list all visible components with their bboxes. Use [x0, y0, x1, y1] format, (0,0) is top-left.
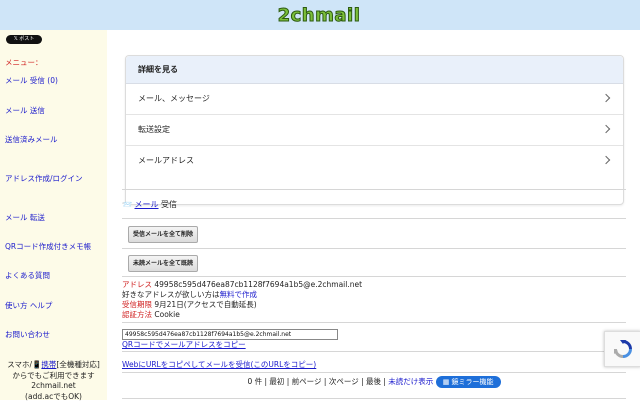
mirror-button[interactable]: ▦ 鏡ミラー機能 [436, 376, 501, 388]
details-row-label: 転送設定 [138, 125, 170, 134]
sidebar-footer: スマホ/📱携帯[全機種対応] からでもご利用できます 2chmail.net (… [0, 360, 107, 402]
chevron-right-icon [602, 125, 610, 133]
auth-label: 認証方法 [122, 310, 152, 319]
expiry-value: 9月21日(アクセスで自動延長) [154, 300, 256, 309]
qr-copy-link[interactable]: QRコードでメールアドレスをコピー [122, 339, 246, 350]
recaptcha-icon [612, 338, 634, 360]
divider [122, 398, 626, 399]
expiry-label: 受信期限 [122, 300, 152, 309]
page-next[interactable]: 次ページ [329, 377, 359, 386]
footer-alt-domain: (add.acでもOK) [0, 392, 107, 402]
sidebar-item-create-address[interactable]: アドレス作成/ログイン [5, 173, 83, 184]
divider [122, 372, 626, 373]
web-url-copy-link[interactable]: WebにURLをコピペしてメールを受信(このURLをコピー) [122, 359, 316, 370]
footer-all-devices: [全機種対応] [56, 360, 99, 369]
unread-only-link[interactable]: 未読だけ表示 [388, 377, 433, 386]
inbox-title: 📨 メール 受信 [122, 199, 177, 210]
mobile-phone-icon: 📱 [32, 360, 41, 369]
divider [122, 351, 626, 352]
mail-count: 0 件 [247, 377, 262, 386]
mark-all-read-button[interactable]: 未読メールを全て既読 [128, 255, 198, 272]
chevron-right-icon [602, 156, 610, 164]
page-prev[interactable]: 前ページ [292, 377, 322, 386]
address-label: アドレス [122, 280, 152, 289]
page-first[interactable]: 最初 [269, 377, 284, 386]
wish-text: 好きなアドレスが欲しい方は [122, 290, 220, 299]
details-card: 詳細を見る メール、メッセージ 転送設定 メールアドレス [125, 55, 624, 205]
mirror-icon: ▦ [443, 378, 450, 386]
divider [122, 322, 626, 323]
divider [122, 276, 626, 277]
sidebar-item-qr-memo[interactable]: QRコード作成付きメモ帳 [5, 241, 91, 252]
footer-smartphone-text: スマホ/ [7, 360, 32, 369]
page-last[interactable]: 最後 [366, 377, 381, 386]
details-card-header: 詳細を見る [126, 56, 623, 84]
divider [122, 189, 626, 190]
address-value: 49958c595d476ea87cb1128f7694a1b5@e.2chma… [154, 280, 362, 289]
mirror-label: 鏡ミラー機能 [452, 378, 494, 386]
details-row-forward-settings[interactable]: 転送設定 [126, 115, 623, 146]
sidebar-item-sent[interactable]: 送信済みメール [5, 134, 58, 145]
mail-icon: 📨 [122, 200, 132, 209]
menu-label: メニュー： [5, 57, 43, 68]
auth-value: Cookie [154, 310, 179, 319]
mobile-link[interactable]: 携帯 [41, 360, 56, 369]
sidebar-item-send[interactable]: メール 送信 [5, 105, 45, 116]
sidebar-item-faq[interactable]: よくある質問 [5, 270, 50, 281]
divider [122, 248, 626, 249]
inbox-mail-link[interactable]: メール [135, 200, 159, 209]
footer-domain: 2chmail.net [0, 381, 107, 392]
sidebar-item-inbox[interactable]: メール 受信 (0) [5, 75, 58, 86]
site-logo[interactable]: 2chmail [278, 5, 361, 26]
x-post-button[interactable]: 𝕏 ポスト [6, 35, 42, 44]
details-row-label: メールアドレス [138, 156, 194, 165]
inbox-title-suffix: 受信 [159, 200, 178, 209]
divider [122, 218, 626, 219]
sidebar: 𝕏 ポスト メニュー： メール 受信 (0) メール 送信 送信済みメール アド… [0, 30, 107, 400]
address-info: アドレス 49958c595d476ea87cb1128f7694a1b5@e.… [122, 280, 362, 320]
sidebar-item-contact[interactable]: お問い合わせ [5, 329, 50, 340]
footer-available-text: からでもご利用できます [0, 371, 107, 382]
chevron-right-icon [602, 94, 610, 102]
pagination: 0 件 | 最初 | 前ページ | 次ページ | 最後 | 未読だけ表示 ▦ 鏡… [122, 376, 626, 388]
delete-all-button[interactable]: 受信メールを全て削除 [128, 226, 198, 243]
sidebar-item-help[interactable]: 使い方 ヘルプ [5, 300, 52, 311]
details-row-messages[interactable]: メール、メッセージ [126, 84, 623, 115]
details-row-email-address[interactable]: メールアドレス [126, 146, 623, 176]
details-row-label: メール、メッセージ [138, 94, 210, 103]
site-header: 2chmail [0, 0, 640, 30]
recaptcha-badge[interactable] [604, 331, 640, 367]
sidebar-item-forward[interactable]: メール 転送 [5, 212, 45, 223]
create-free-link[interactable]: 無料で作成 [220, 290, 258, 299]
